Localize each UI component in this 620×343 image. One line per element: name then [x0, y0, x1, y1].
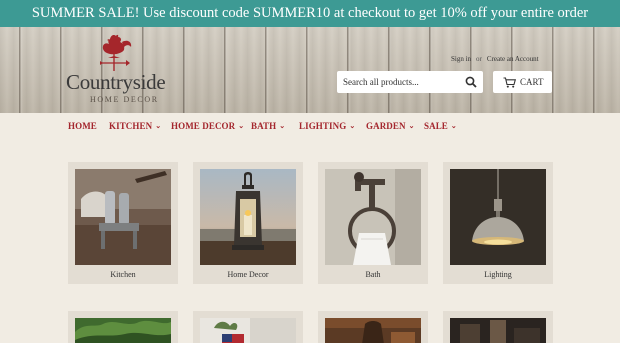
category-card-sale[interactable]: [318, 311, 428, 343]
search-placeholder: Search all products...: [343, 77, 419, 87]
nav-item-label: LIGHTING: [299, 121, 347, 131]
flag-decor-photo: [200, 318, 296, 343]
nav-item-label: BATH: [251, 121, 277, 131]
account-links: Sign in or Create an Account: [451, 55, 539, 63]
store-logo[interactable]: Countryside HOME DECOR: [66, 33, 170, 109]
category-label: Lighting: [484, 270, 512, 279]
category-card-home-decor[interactable]: Home Decor: [193, 162, 303, 284]
create-account-link[interactable]: Create an Account: [487, 55, 539, 63]
nav-item-home[interactable]: HOME: [68, 121, 97, 131]
cart-button[interactable]: CART: [493, 71, 552, 93]
site-header: Countryside HOME DECOR Sign in or Create a…: [0, 27, 620, 113]
home-decor-photo: [200, 169, 296, 265]
announcement-bar: SUMMER SALE! Use discount code SUMMER10 …: [0, 0, 620, 27]
sale-photo: [325, 318, 421, 343]
category-label: Kitchen: [110, 270, 136, 279]
logo-wordmark: Countryside: [66, 70, 166, 94]
nav-item-label: GARDEN: [366, 121, 406, 131]
category-card-lighting[interactable]: Lighting: [443, 162, 553, 284]
category-card-furniture[interactable]: [443, 311, 553, 343]
category-label: Home Decor: [227, 270, 269, 279]
account-or-text: or: [476, 55, 482, 63]
category-card-bath[interactable]: Bath: [318, 162, 428, 284]
chevron-down-icon: ⌄: [155, 122, 162, 130]
search-input[interactable]: Search all products...: [337, 71, 483, 93]
chevron-down-icon: ⌄: [408, 122, 415, 130]
kitchen-photo: [75, 169, 171, 265]
nav-item-garden[interactable]: GARDEN ⌄: [366, 121, 415, 131]
shopping-cart-icon: [503, 77, 516, 88]
nav-item-home-decor[interactable]: HOME DECOR ⌄: [171, 121, 244, 131]
chevron-down-icon: ⌄: [450, 122, 457, 130]
lighting-photo: [450, 169, 546, 265]
chevron-down-icon: ⌄: [238, 122, 245, 130]
nav-item-bath[interactable]: BATH ⌄: [251, 121, 285, 131]
garden-photo: [75, 318, 171, 343]
nav-item-lighting[interactable]: LIGHTING ⌄: [299, 121, 355, 131]
nav-item-kitchen[interactable]: KITCHEN ⌄: [109, 121, 161, 131]
announcement-text: SUMMER SALE! Use discount code SUMMER10 …: [31, 5, 589, 21]
furniture-photo: [450, 318, 546, 343]
chevron-down-icon: ⌄: [349, 122, 356, 130]
nav-item-label: HOME DECOR: [171, 121, 236, 131]
nav-item-sale[interactable]: SALE ⌄: [424, 121, 457, 131]
category-card-kitchen[interactable]: Kitchen: [68, 162, 178, 284]
main-navigation: HOME KITCHEN ⌄ HOME DECOR ⌄ BATH ⌄ LIGHTING…: [0, 113, 620, 141]
nav-item-label: SALE: [424, 121, 448, 131]
rooster-weathervane-icon: [100, 34, 132, 71]
search-icon[interactable]: [465, 76, 477, 88]
bath-photo: [325, 169, 421, 265]
sign-in-link[interactable]: Sign in: [451, 55, 471, 63]
category-card-flag-decor[interactable]: [193, 311, 303, 343]
nav-item-label: KITCHEN: [109, 121, 153, 131]
cart-label: CART: [520, 77, 544, 87]
category-card-garden[interactable]: [68, 311, 178, 343]
category-label: Bath: [365, 270, 381, 279]
chevron-down-icon: ⌄: [279, 122, 286, 130]
logo-tagline: HOME DECOR: [90, 95, 159, 104]
nav-item-label: HOME: [68, 121, 97, 131]
